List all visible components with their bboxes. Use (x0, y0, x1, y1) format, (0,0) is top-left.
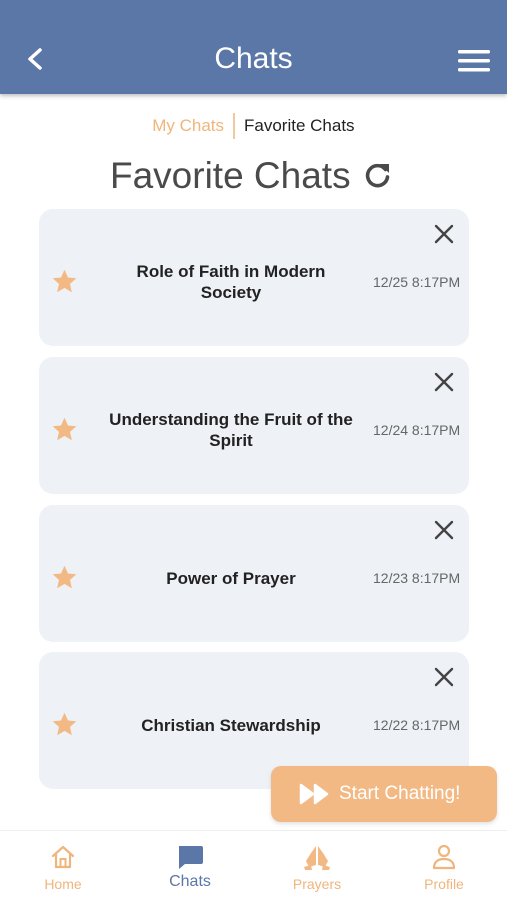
bottom-tab-bar: Home Chats Prayers Profile (0, 830, 507, 900)
fast-forward-icon (299, 782, 331, 806)
star-icon (51, 564, 78, 591)
chat-title: Understanding the Fruit of the Spirit (109, 410, 353, 450)
chat-timestamp: 12/23 8:17PM (373, 570, 461, 586)
chat-title: Role of Faith in Modern Society (136, 262, 326, 302)
close-icon (434, 372, 454, 392)
tab-chats[interactable]: Chats (127, 831, 253, 900)
tab-my-chats[interactable]: My Chats (152, 116, 224, 136)
hamburger-menu-icon (458, 50, 490, 72)
praying-hands-icon (302, 843, 332, 871)
remove-favorite-button[interactable] (431, 664, 457, 690)
tab-prayers[interactable]: Prayers (254, 831, 380, 900)
tab-home-label: Home (44, 876, 82, 892)
refresh-button[interactable] (363, 160, 393, 190)
chat-timestamp: 12/24 8:17PM (373, 422, 461, 438)
refresh-icon (365, 163, 390, 188)
start-chatting-label: Start Chatting! (339, 783, 461, 804)
chat-timestamp: 12/25 8:17PM (373, 274, 461, 290)
star-icon (51, 416, 78, 443)
tab-prayers-label: Prayers (292, 876, 342, 892)
star-icon (51, 268, 78, 295)
chat-card[interactable]: Role of Faith in Modern Society 12/25 8:… (39, 209, 469, 346)
tab-chats-label: Chats (169, 873, 211, 890)
chat-card[interactable]: Understanding the Fruit of the Spirit 12… (39, 357, 469, 494)
close-icon (434, 520, 454, 540)
close-icon (434, 667, 454, 687)
close-icon (434, 224, 454, 244)
page-title: Favorite Chats (110, 155, 351, 196)
chat-title: Christian Stewardship (141, 715, 321, 735)
segment-divider (233, 113, 235, 139)
app-header: Chats (0, 0, 507, 94)
remove-favorite-button[interactable] (431, 517, 457, 543)
remove-favorite-button[interactable] (431, 221, 457, 247)
chat-bubble-icon (175, 843, 205, 871)
start-chatting-button[interactable]: Start Chatting! (271, 766, 497, 822)
tab-profile[interactable]: Profile (381, 831, 507, 900)
user-icon (429, 843, 459, 871)
tab-home[interactable]: Home (0, 831, 126, 900)
menu-button[interactable] (456, 47, 492, 75)
chat-segment-control: My Chats Favorite Chats (0, 112, 507, 140)
tab-favorite-chats[interactable]: Favorite Chats (244, 116, 355, 136)
tab-profile-label: Profile (424, 876, 464, 892)
star-icon (51, 711, 78, 738)
header-title: Chats (214, 42, 293, 75)
home-icon (48, 843, 78, 871)
chat-timestamp: 12/22 8:17PM (373, 717, 461, 733)
chat-title: Power of Prayer (166, 568, 296, 588)
chat-card[interactable]: Power of Prayer 12/23 8:17PM (39, 505, 469, 642)
remove-favorite-button[interactable] (431, 369, 457, 395)
